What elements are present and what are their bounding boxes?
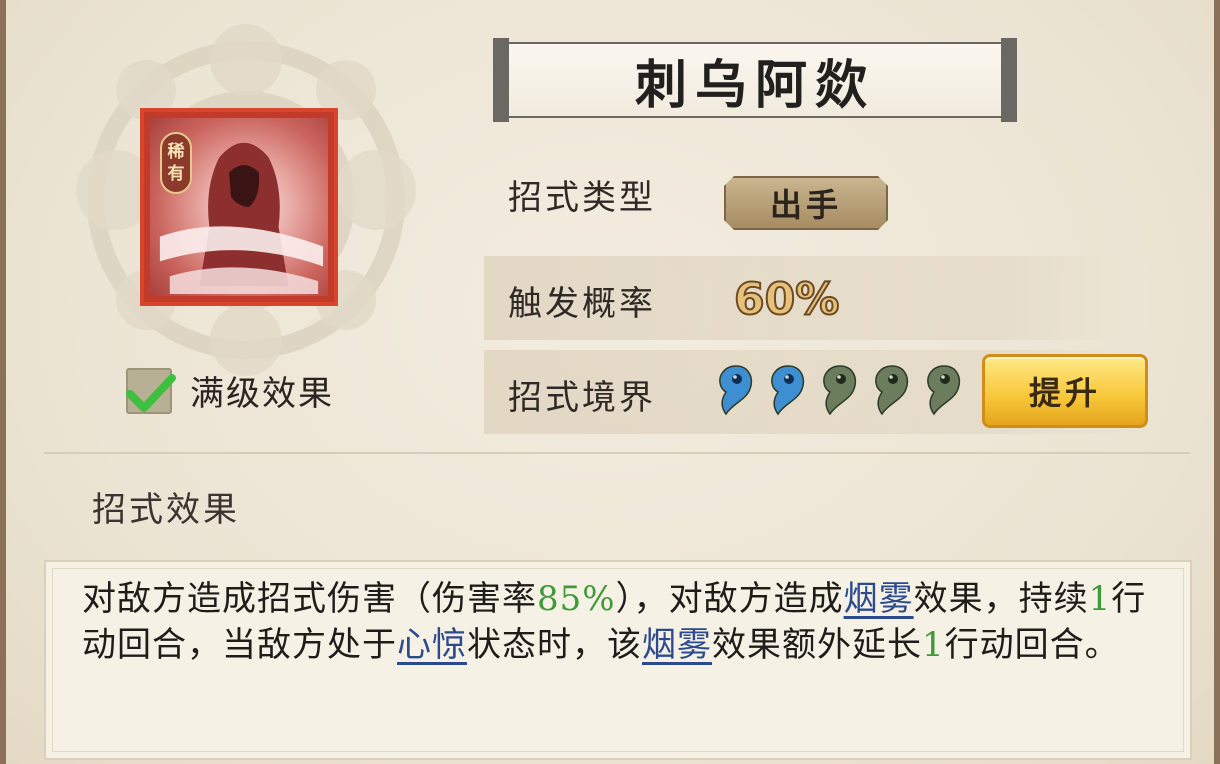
effect-text: 效果，持续 <box>913 579 1089 619</box>
effect-value: 85% <box>537 579 616 619</box>
skill-portrait[interactable]: 稀 有 <box>140 108 338 306</box>
effect-text: 状态时，该 <box>467 625 642 665</box>
skill-type-row: 招式类型 出手 <box>484 150 1120 234</box>
status-keyword-link[interactable]: 烟雾 <box>642 625 712 665</box>
effect-description-box: 对敌方造成招式伤害（伤害率85%），对敌方造成烟雾效果，持续1行动回合，当敌方处… <box>44 560 1192 760</box>
effect-description: 对敌方造成招式伤害（伤害率85%），对敌方造成烟雾效果，持续1行动回合，当敌方处… <box>82 576 1162 668</box>
section-divider <box>44 452 1190 454</box>
magatama-empty-icon <box>872 362 912 416</box>
skill-detail-panel: 稀 有 满级效果 刺乌阿欻 招式类型 出手 触发概率 60% 招式境界 提升 招… <box>0 0 1220 764</box>
magatama-filled-icon <box>716 362 756 416</box>
skill-art: 稀 有 <box>150 118 328 296</box>
rarity-char-2: 有 <box>167 164 185 184</box>
upgrade-button[interactable]: 提升 <box>982 354 1148 428</box>
status-keyword-link[interactable]: 烟雾 <box>844 579 914 619</box>
skill-name: 刺乌阿欻 <box>634 54 875 116</box>
checkmark-icon <box>126 373 176 412</box>
effect-value: 1 <box>1088 579 1112 619</box>
effect-section-title: 招式效果 <box>92 490 240 530</box>
magatama-empty-icon <box>820 362 860 416</box>
effect-value: 1 <box>922 625 945 665</box>
effect-text: 行动回合。 <box>944 625 1120 665</box>
skill-type-badge: 出手 <box>724 176 888 230</box>
skill-realm-label: 招式境界 <box>508 378 656 418</box>
max-level-label: 满级效果 <box>190 374 334 414</box>
trigger-rate-value: 60% <box>733 273 840 326</box>
rarity-badge: 稀 有 <box>160 132 192 194</box>
effect-text: 效果额外延长 <box>712 625 922 665</box>
magatama-empty-icon <box>924 362 964 416</box>
magatama-filled-icon <box>768 362 808 416</box>
max-level-toggle[interactable]: 满级效果 <box>126 366 334 415</box>
skill-type-label: 招式类型 <box>508 178 656 218</box>
trigger-rate-row: 触发概率 60% <box>484 256 1120 340</box>
skill-title-plate: 刺乌阿欻 <box>493 38 1017 122</box>
trigger-rate-label: 触发概率 <box>508 284 656 324</box>
rarity-char-1: 稀 <box>167 142 185 162</box>
effect-text: ），对敌方造成 <box>615 579 844 619</box>
max-level-checkbox[interactable] <box>126 367 176 414</box>
effect-text: 对敌方造成招式伤害（伤害率 <box>82 579 537 619</box>
realm-level-indicator <box>716 362 964 416</box>
skill-realm-row: 招式境界 提升 <box>484 350 1148 434</box>
status-keyword-link[interactable]: 心惊 <box>397 625 467 665</box>
